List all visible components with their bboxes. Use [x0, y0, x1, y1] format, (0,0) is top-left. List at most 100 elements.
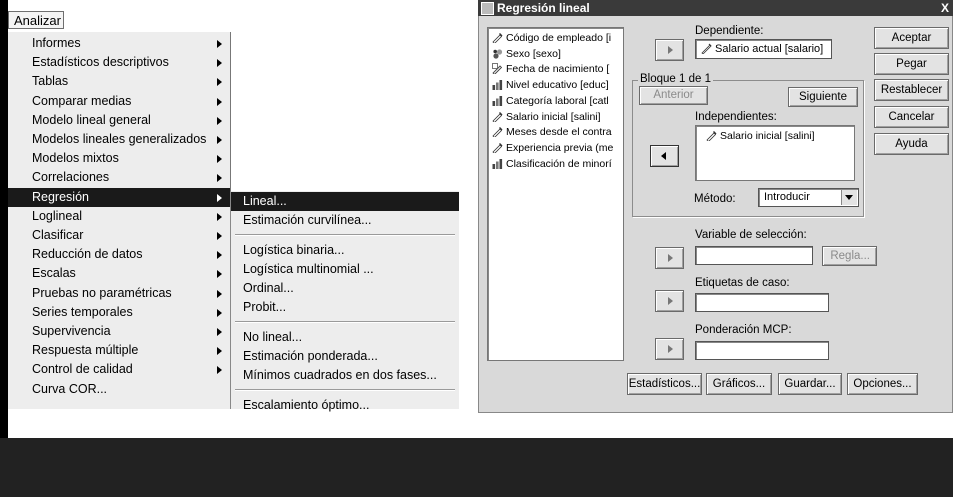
menu-item[interactable]: Pruebas no paramétricas	[8, 284, 230, 303]
estadisticos-button[interactable]: Estadísticos...	[627, 373, 702, 395]
menu-item-label: Modelos mixtos	[32, 151, 119, 166]
ordinal-icon	[492, 158, 503, 169]
menu-item-label: Regresión	[32, 189, 89, 204]
menu-item-label: Pruebas no paramétricas	[32, 285, 172, 300]
independientes-list[interactable]: Salario inicial [salini]	[695, 125, 855, 181]
ordinal-icon	[492, 95, 503, 106]
etiquetas-field[interactable]	[695, 293, 829, 312]
menu-item[interactable]: Informes	[8, 34, 230, 53]
dialog-app-icon	[481, 2, 494, 15]
source-variable-list[interactable]: Código de empleado [i Sexo [sexo] Fecha de…	[487, 27, 624, 361]
close-icon[interactable]: X	[938, 0, 952, 16]
menu-item[interactable]: Tablas	[8, 72, 230, 91]
variable-list-item[interactable]: Clasificación de minorí	[492, 157, 612, 171]
variable-list-item[interactable]: Fecha de nacimiento [	[492, 62, 609, 76]
menu-item[interactable]: Control de calidad	[8, 360, 230, 379]
submenu-item[interactable]: No lineal...	[231, 328, 459, 347]
menu-item[interactable]: Regresión	[8, 187, 230, 207]
menu-item-label: Comparar medias	[32, 93, 132, 108]
menu-item[interactable]: Escalas	[8, 264, 230, 283]
guardar-button[interactable]: Guardar...	[778, 373, 842, 395]
submenu-arrow-icon	[217, 212, 222, 221]
submenu-arrow-icon	[217, 289, 222, 298]
submenu-item[interactable]: Estimación ponderada...	[231, 347, 459, 366]
menu-item[interactable]: Series temporales	[8, 303, 230, 322]
move-ponderacion-button[interactable]	[655, 338, 684, 360]
regla-button[interactable]: Regla...	[822, 246, 877, 266]
ponderacion-field[interactable]	[695, 341, 829, 360]
menu-item[interactable]: Reducción de datos	[8, 245, 230, 264]
move-etiquetas-button[interactable]	[655, 290, 684, 312]
menu-item-label: Correlaciones	[32, 170, 110, 185]
menu-item[interactable]: Comparar medias	[8, 92, 230, 111]
submenu-arrow-icon	[217, 155, 222, 164]
ayuda-button[interactable]: Ayuda	[874, 133, 949, 155]
bloque-label: Bloque 1 de 1	[638, 73, 713, 85]
variable-list-item[interactable]: Sexo [sexo]	[492, 47, 561, 61]
variable-list-item[interactable]: Meses desde el contra	[492, 125, 612, 139]
variable-list-item[interactable]: Categoría laboral [catl	[492, 94, 609, 108]
variable-label: Sexo [sexo]	[506, 47, 561, 60]
scale-icon	[706, 131, 717, 141]
menu-item[interactable]: Respuesta múltiple	[8, 341, 230, 360]
menu-item[interactable]: Modelo lineal general	[8, 111, 230, 130]
variable-list-item[interactable]: Experiencia previa (me	[492, 141, 613, 155]
graficos-button[interactable]: Gráficos...	[706, 373, 772, 395]
chevron-down-icon[interactable]	[841, 190, 857, 205]
left-border	[0, 0, 8, 438]
submenu-item[interactable]: Probit...	[231, 298, 459, 317]
submenu-arrow-icon	[217, 59, 222, 68]
anterior-button[interactable]: Anterior	[639, 86, 708, 105]
submenu-separator	[235, 321, 455, 323]
metodo-label: Método:	[694, 193, 736, 205]
menu-item[interactable]: Loglineal	[8, 207, 230, 226]
seleccion-field[interactable]	[695, 246, 813, 265]
menu-item[interactable]: Correlaciones	[8, 168, 230, 187]
variable-label: Nivel educativo [educ]	[506, 79, 609, 92]
submenu-item[interactable]: Escalamiento óptimo...	[231, 396, 459, 415]
submenu-item[interactable]: Lineal...	[231, 192, 459, 211]
dependiente-field[interactable]: Salario actual [salario]	[695, 39, 832, 59]
submenu-arrow-icon	[217, 366, 222, 375]
menu-item[interactable]: Clasificar	[8, 226, 230, 245]
opciones-button[interactable]: Opciones...	[847, 373, 918, 395]
date-icon	[492, 63, 503, 75]
pegar-button[interactable]: Pegar	[874, 53, 949, 75]
menu-item[interactable]: Curva COR...	[8, 380, 230, 399]
aceptar-button[interactable]: Aceptar	[874, 27, 949, 49]
dependiente-label: Dependiente:	[695, 25, 764, 37]
menu-item[interactable]: Modelos mixtos	[8, 149, 230, 168]
menu-item-label: Respuesta múltiple	[32, 343, 139, 358]
menu-item-label: Tablas	[32, 74, 69, 89]
cancelar-button[interactable]: Cancelar	[874, 106, 949, 128]
submenu-item[interactable]: Mínimos cuadrados en dos fases...	[231, 366, 459, 385]
variable-list-item[interactable]: Nivel educativo [educ]	[492, 78, 609, 92]
independiente-label: Salario inicial [salini]	[720, 130, 815, 142]
scale-icon	[492, 142, 503, 153]
submenu-item[interactable]: Ordinal...	[231, 279, 459, 298]
move-dependiente-button[interactable]	[655, 39, 684, 61]
siguiente-button[interactable]: Siguiente	[788, 87, 858, 107]
submenu-item[interactable]: Logística binaria...	[231, 241, 459, 260]
submenu-arrow-icon	[217, 116, 222, 125]
metodo-value: Introducir	[764, 191, 810, 203]
variable-list-item[interactable]: Código de empleado [i	[492, 31, 611, 45]
restablecer-button[interactable]: Restablecer	[874, 79, 949, 101]
menu-item[interactable]: Supervivencia	[8, 322, 230, 341]
move-seleccion-button[interactable]	[655, 247, 684, 269]
menu-bar	[8, 0, 470, 30]
independiente-item[interactable]: Salario inicial [salini]	[706, 129, 815, 143]
submenu-item[interactable]: Estimación curvilínea...	[231, 211, 459, 230]
move-independientes-button[interactable]	[650, 145, 679, 167]
submenu-item[interactable]: Logística multinomial ...	[231, 260, 459, 279]
etiquetas-label: Etiquetas de caso:	[695, 277, 790, 289]
variable-list-item[interactable]: Salario inicial [salini]	[492, 110, 601, 124]
menu-item[interactable]: Estadísticos descriptivos	[8, 53, 230, 72]
scale-icon	[492, 111, 503, 122]
menu-item-label: Modelo lineal general	[32, 112, 151, 127]
menu-item[interactable]: Modelos lineales generalizados	[8, 130, 230, 149]
metodo-select[interactable]: Introducir	[758, 188, 859, 207]
menu-analizar[interactable]: Analizar	[8, 11, 64, 29]
menu-item-label: Control de calidad	[32, 362, 133, 377]
submenu-arrow-icon	[217, 78, 222, 87]
